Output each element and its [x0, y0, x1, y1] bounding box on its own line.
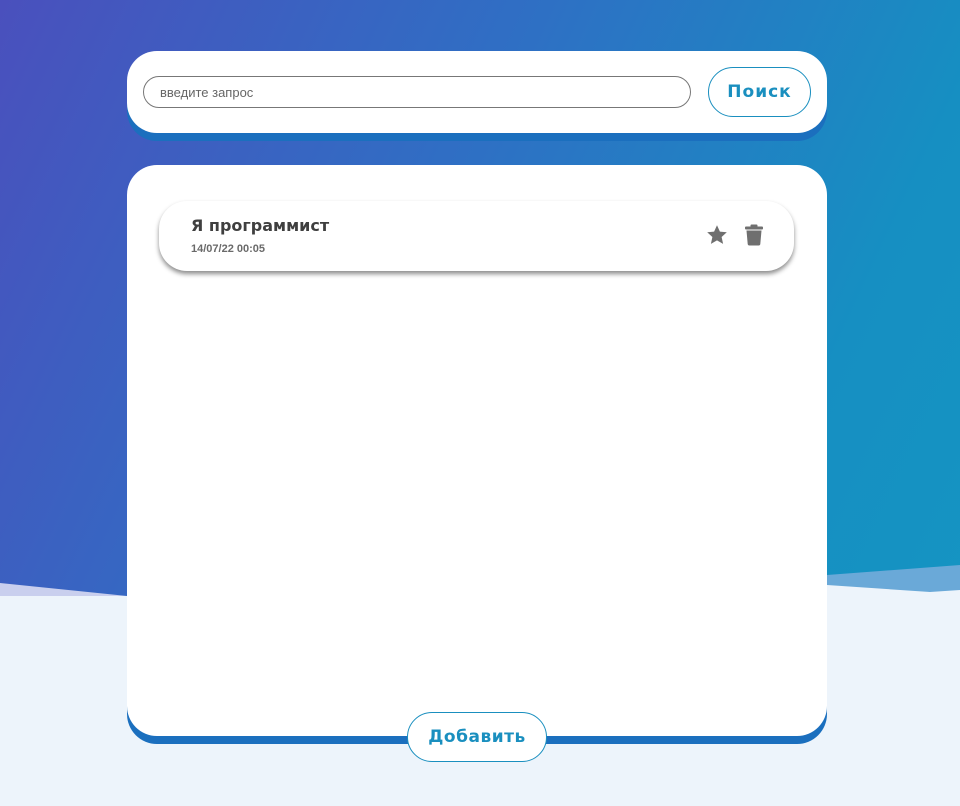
notes-list-panel: Я программист 14/07/22 00:05 [127, 165, 827, 736]
note-item[interactable]: Я программист 14/07/22 00:05 [159, 201, 794, 271]
star-icon[interactable] [705, 223, 729, 247]
search-input[interactable] [143, 76, 691, 108]
note-title: Я программист [191, 216, 330, 235]
add-note-button[interactable]: Добавить [407, 712, 547, 762]
search-button[interactable]: Поиск [708, 67, 811, 117]
search-panel: Поиск [127, 51, 827, 133]
trash-icon[interactable] [742, 223, 766, 247]
note-date: 14/07/22 00:05 [191, 243, 266, 255]
